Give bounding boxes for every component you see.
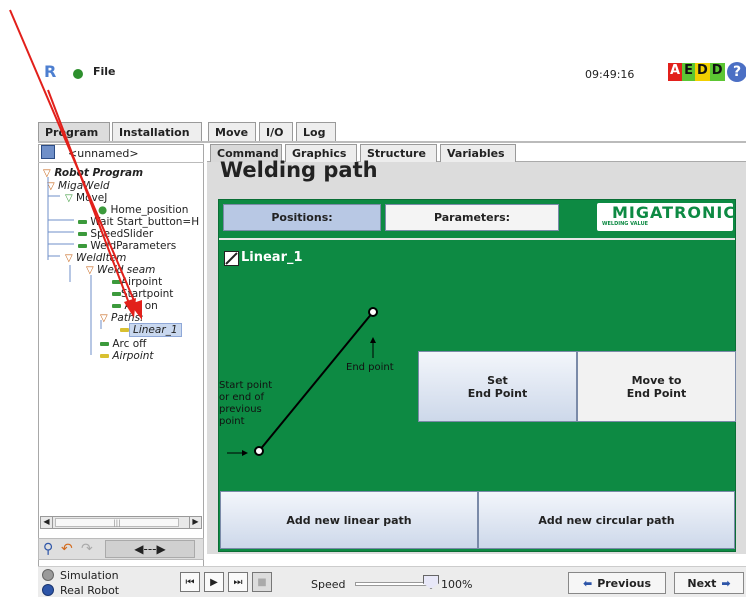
scroll-thumb[interactable]: ||| — [55, 518, 179, 527]
button-line: End Point — [626, 386, 687, 400]
arrow-left-icon: ⬅ — [582, 576, 593, 590]
add-circular-path-button[interactable]: Add new circular path — [478, 491, 735, 549]
real-robot-radio[interactable] — [42, 584, 54, 596]
path-line — [258, 311, 374, 452]
button-line: End Point — [467, 386, 528, 400]
parameters-button[interactable]: Parameters: — [385, 204, 559, 231]
move-node-icon[interactable]: ◀---▶ — [105, 540, 195, 558]
start-label-line: previous — [219, 404, 262, 415]
start-arrow-head-icon — [242, 450, 248, 456]
edit-pencil-icon — [224, 251, 239, 266]
start-label-line: point — [219, 416, 245, 427]
simulation-label: Simulation — [60, 569, 119, 582]
end-point-marker — [368, 307, 378, 317]
next-label: Next — [687, 576, 717, 590]
file-menu[interactable]: File — [93, 65, 116, 78]
start-point-marker — [254, 446, 264, 456]
help-icon[interactable]: ? — [727, 62, 746, 82]
positions-button[interactable]: Positions: — [223, 204, 381, 231]
step-icon[interactable]: ⏭ — [228, 572, 248, 592]
tree-toolbar: ⚲ ↶ ↷ ◀---▶ — [38, 538, 204, 560]
save-icon[interactable] — [41, 145, 55, 159]
next-button[interactable]: Next ➡ — [674, 572, 744, 594]
tree-horizontal-scrollbar[interactable]: ◀ ||| ▶ — [40, 516, 202, 529]
ur-logo-icon: R — [44, 62, 57, 81]
aedd-e: E — [682, 63, 695, 81]
end-arrow-head-icon — [370, 337, 376, 343]
set-end-point-button[interactable]: Set End Point — [418, 351, 577, 422]
speed-slider[interactable] — [355, 582, 431, 586]
speed-value: 100% — [441, 578, 473, 591]
previous-label: Previous — [597, 576, 652, 590]
speed-label: Speed — [311, 578, 346, 591]
page-title: Welding path — [220, 158, 378, 182]
start-label-line: Start point — [219, 380, 273, 391]
panel-separator — [219, 238, 735, 240]
tab-divider — [38, 141, 746, 143]
move-to-end-point-button[interactable]: Move to End Point — [577, 351, 736, 422]
status-dot-icon — [73, 69, 83, 79]
redo-icon[interactable]: ↷ — [81, 541, 93, 557]
tab-log[interactable]: Log — [296, 122, 336, 141]
program-name: <unnamed> — [68, 147, 139, 160]
stop-icon[interactable]: ■ — [252, 572, 272, 592]
simulation-radio[interactable] — [42, 569, 54, 581]
search-icon[interactable]: ⚲ — [43, 541, 53, 557]
skip-back-icon[interactable]: ⏮ — [180, 572, 200, 592]
button-line: Move to — [631, 373, 682, 387]
arrow-right-icon: ➡ — [721, 576, 731, 590]
clock: 09:49:16 — [585, 68, 635, 81]
add-linear-path-button[interactable]: Add new linear path — [220, 491, 478, 549]
button-line: Set — [487, 373, 508, 387]
previous-button[interactable]: ⬅ Previous — [568, 572, 666, 594]
brand-tagline: WELDING VALUE — [602, 221, 649, 227]
scroll-left-icon[interactable]: ◀ — [41, 517, 53, 528]
aedd-d2: D — [709, 63, 725, 81]
aedd-a: A — [668, 63, 683, 81]
undo-icon[interactable]: ↶ — [61, 541, 73, 557]
play-icon[interactable]: ▶ — [204, 572, 224, 592]
tree-connectors — [47, 177, 102, 355]
tab-move[interactable]: Move — [208, 122, 256, 141]
tab-program[interactable]: Program — [38, 122, 110, 141]
tab-variables[interactable]: Variables — [440, 144, 516, 162]
brand-name: MIGATRONIC — [612, 203, 737, 222]
start-point-label: Start point or end of previous point — [219, 380, 272, 428]
aedd-d1: D — [694, 63, 710, 81]
scroll-right-icon[interactable]: ▶ — [189, 517, 201, 528]
tab-io[interactable]: I/O — [259, 122, 293, 141]
tab-installation[interactable]: Installation — [112, 122, 202, 141]
aedd-badge: A E D D — [668, 63, 725, 81]
path-name: Linear_1 — [241, 250, 303, 265]
end-point-label: End point — [346, 362, 394, 373]
tree-divider — [38, 162, 204, 163]
real-robot-label: Real Robot — [60, 584, 120, 597]
start-label-line: or end of — [219, 392, 265, 403]
